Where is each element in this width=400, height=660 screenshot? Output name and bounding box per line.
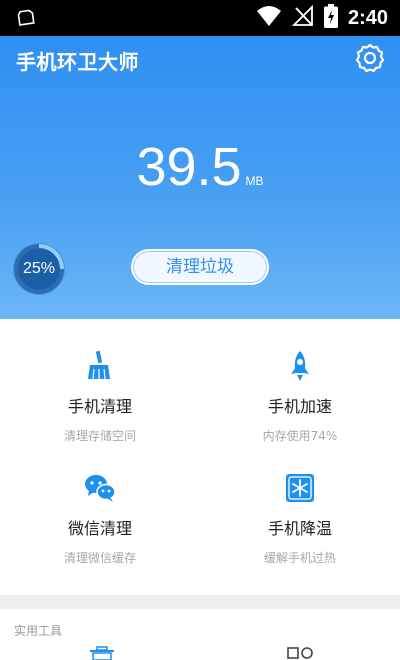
feature-subtitle: 缓解手机过热 <box>263 551 336 565</box>
rocket-icon <box>291 351 309 381</box>
feature-phone-boost[interactable]: 手机加速 内存使用74% <box>200 349 400 444</box>
wifi-icon <box>256 5 282 31</box>
sd-card-icon <box>16 8 36 32</box>
feature-phone-cool[interactable]: 手机降温 缓解手机过热 <box>200 471 400 566</box>
trash-icon[interactable] <box>88 644 116 660</box>
battery-charging-icon <box>323 4 338 32</box>
app-title: 手机环卫大师 <box>16 50 139 74</box>
feature-subtitle: 清理微信缓存 <box>63 551 136 565</box>
feature-phone-clean[interactable]: 手机清理 清理存储空间 <box>0 349 200 444</box>
feature-subtitle: 清理存储空间 <box>63 429 136 443</box>
snowflake-icon <box>286 474 314 502</box>
settings-button[interactable] <box>354 42 386 74</box>
apps-icon[interactable] <box>286 644 314 660</box>
feature-wechat-clean[interactable]: 微信清理 清理微信缓存 <box>0 471 200 566</box>
clean-junk-button[interactable]: 清理垃圾 <box>131 249 269 285</box>
junk-size: 39.5 MB <box>0 136 400 198</box>
status-time: 2:40 <box>347 6 388 29</box>
tools-section-label: 实用工具 <box>14 624 63 638</box>
feature-title: 手机清理 <box>67 397 132 416</box>
broom-icon <box>88 350 110 380</box>
progress-label: 25% <box>22 260 56 277</box>
section-divider <box>0 595 400 609</box>
junk-size-unit: MB <box>245 174 264 188</box>
junk-size-value: 39.5 <box>136 137 242 197</box>
feature-title: 手机加速 <box>267 397 332 416</box>
feature-title: 手机降温 <box>267 519 332 538</box>
wechat-icon <box>85 475 116 502</box>
no-signal-icon <box>291 4 314 31</box>
feature-grid: 手机清理 清理存储空间 手机加速 内存使用74% 微信清理 清理微信缓存 手机降… <box>0 319 400 595</box>
gear-icon <box>355 43 385 73</box>
status-bar: 2:40 <box>0 0 400 36</box>
feature-subtitle: 内存使用74% <box>262 429 338 443</box>
junk-summary-header: 手机环卫大师 39.5 MB 25% 清理垃圾 <box>0 36 400 319</box>
feature-title: 微信清理 <box>67 519 132 538</box>
